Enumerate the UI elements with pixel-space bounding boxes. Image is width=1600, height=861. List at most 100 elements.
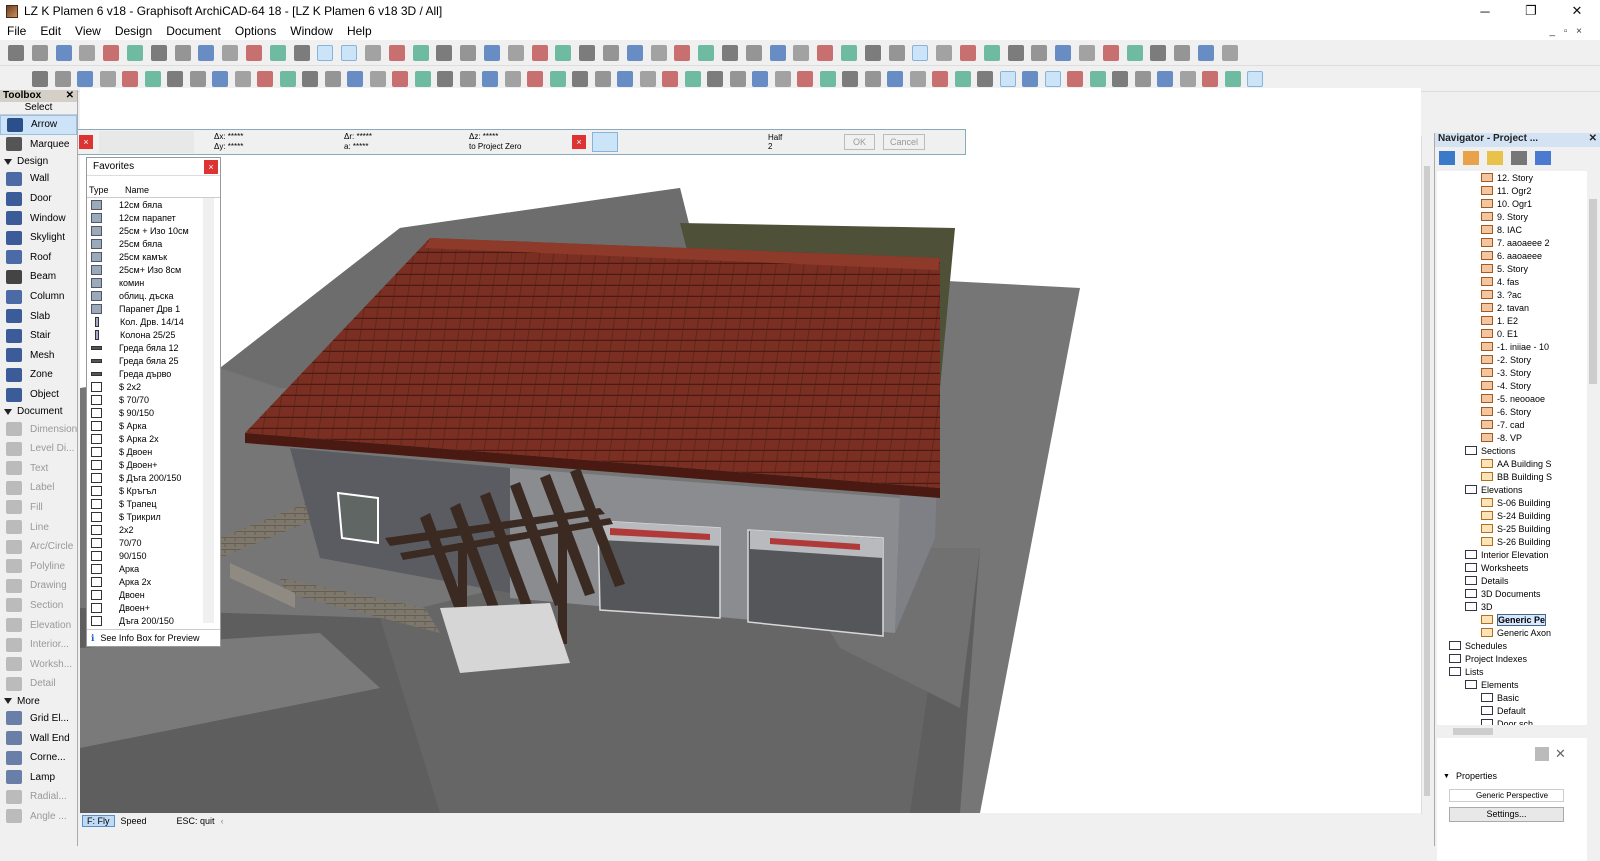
toolbar-tool-icon[interactable]	[887, 71, 903, 87]
toolbar-tool-icon[interactable]	[1247, 71, 1263, 87]
tool-polyline[interactable]: Polyline	[0, 556, 77, 576]
toolbar-tool-icon[interactable]	[212, 71, 228, 87]
snap-mode[interactable]: Half	[768, 133, 828, 142]
tool-level-di[interactable]: Level Di...	[0, 439, 77, 459]
tool-skylight[interactable]: Skylight	[0, 228, 77, 248]
toolbar-tool-icon[interactable]	[392, 71, 408, 87]
toolbar-tool-icon[interactable]	[960, 45, 976, 61]
favorite-item[interactable]: $ Арка 2x	[87, 432, 220, 445]
design-group-header[interactable]: Design	[0, 154, 77, 169]
organizer-icon[interactable]	[1535, 151, 1551, 165]
toolbar-tool-icon[interactable]	[234, 71, 251, 87]
tool-line[interactable]: Line	[0, 517, 77, 537]
toolbar-tool-icon[interactable]	[1112, 71, 1128, 87]
toolbar-tool-icon[interactable]	[1224, 71, 1241, 87]
project-map-icon[interactable]	[1439, 151, 1455, 165]
navigator-item[interactable]: -6. Story	[1437, 405, 1587, 418]
navigator-item[interactable]: -5. neooaoe	[1437, 392, 1587, 405]
toolbar-tool-icon[interactable]	[460, 45, 477, 61]
toolbar-tool-icon[interactable]	[1150, 45, 1167, 61]
favorite-item[interactable]: $ Трапец	[87, 497, 220, 510]
toolbar-tool-icon[interactable]	[817, 45, 834, 61]
tool-beam[interactable]: Beam	[0, 267, 77, 287]
delta-y-field[interactable]: Δy: *****	[214, 142, 324, 152]
favorite-item[interactable]: Арка	[87, 562, 220, 575]
favorite-item[interactable]: Греда бяла 25	[87, 354, 220, 367]
delta-r-field[interactable]: Δr: *****	[344, 132, 449, 142]
toolbar-tool-icon[interactable]	[1102, 45, 1119, 61]
tool-mesh[interactable]: Mesh	[0, 346, 77, 366]
toolbar-tool-icon[interactable]	[729, 71, 746, 87]
tool-wall[interactable]: Wall	[0, 169, 77, 189]
menu-options[interactable]: Options	[228, 24, 283, 38]
favorite-item[interactable]: $ Двоен	[87, 445, 220, 458]
favorite-item[interactable]: Арка 2x	[87, 575, 220, 588]
toolbar-tool-icon[interactable]	[684, 71, 701, 87]
favorite-item[interactable]: $ 70/70	[87, 393, 220, 406]
favorite-item[interactable]: 90/150	[87, 549, 220, 562]
toolbar-tool-icon[interactable]	[365, 45, 381, 61]
col-name[interactable]: Name	[123, 185, 149, 197]
scroll-left-icon[interactable]: ‹	[221, 816, 224, 826]
toolbar-tool-icon[interactable]	[769, 45, 786, 61]
toolbar-tool-icon[interactable]	[639, 71, 656, 87]
navigator-close-icon[interactable]: ✕	[1589, 133, 1597, 147]
toolbar-tool-icon[interactable]	[198, 45, 215, 61]
favorite-item[interactable]: 12см бяла	[87, 198, 220, 211]
toolbar-tool-icon[interactable]	[412, 45, 429, 61]
navigator-item[interactable]: 0. E1	[1437, 327, 1587, 340]
minimize-button[interactable]: ─	[1462, 0, 1508, 22]
navigator-item[interactable]: 3. ?ac	[1437, 288, 1587, 301]
navigator-scrollbar[interactable]	[1587, 171, 1599, 731]
toolbar-tool-icon[interactable]	[269, 45, 286, 61]
infobox-close-icon-2[interactable]: ×	[572, 135, 586, 149]
toolbar-tool-icon[interactable]	[279, 71, 296, 87]
toolbar-tool-icon[interactable]	[549, 71, 566, 87]
menu-edit[interactable]: Edit	[33, 24, 68, 38]
navigator-item[interactable]: S-25 Building	[1437, 522, 1587, 535]
favorite-item[interactable]: 25см бяла	[87, 237, 220, 250]
cancel-button[interactable]: Cancel	[883, 134, 926, 150]
navigator-item[interactable]: 5. Story	[1437, 262, 1587, 275]
tool-section[interactable]: Section	[0, 596, 77, 616]
toolbar-tool-icon[interactable]	[999, 71, 1016, 87]
navigator-item[interactable]: 1. E2	[1437, 314, 1587, 327]
navigator-item[interactable]: -8. VP	[1437, 431, 1587, 444]
tool-lamp[interactable]: Lamp	[0, 767, 77, 787]
toolbar-tool-icon[interactable]	[1031, 45, 1048, 61]
navigator-item[interactable]: Sections	[1437, 444, 1587, 457]
layout-book-icon[interactable]	[1487, 151, 1503, 165]
navigator-item[interactable]: Default	[1437, 704, 1587, 717]
toolbox-close-icon[interactable]: ✕	[66, 90, 74, 102]
project-zero-select[interactable]: to Project Zero	[469, 142, 564, 152]
navigator-item[interactable]: 3D	[1437, 600, 1587, 613]
toolbar-tool-icon[interactable]	[527, 71, 543, 87]
toolbar-tool-icon[interactable]	[1179, 71, 1196, 87]
navigator-item[interactable]: BB Building S	[1437, 470, 1587, 483]
tool-label[interactable]: Label	[0, 478, 77, 498]
tool-radial[interactable]: Radial...	[0, 787, 77, 807]
favorite-item[interactable]: Колона 25/25	[87, 328, 220, 341]
toolbar-tool-icon[interactable]	[752, 71, 768, 87]
toolbar-tool-icon[interactable]	[626, 45, 643, 61]
toolbar-tool-icon[interactable]	[909, 71, 926, 87]
toolbar-tool-icon[interactable]	[1044, 71, 1061, 87]
navigator-item[interactable]: 11. Ogr2	[1437, 184, 1587, 197]
toolbar-tool-icon[interactable]	[531, 45, 548, 61]
tool-arc-circle[interactable]: Arc/Circle	[0, 537, 77, 557]
navigator-item[interactable]: -4. Story	[1437, 379, 1587, 392]
toolbar-tool-icon[interactable]	[977, 71, 993, 87]
toolbar-tool-icon[interactable]	[594, 71, 611, 87]
favorite-item[interactable]: $ Дъга 200/150	[87, 471, 220, 484]
toolbar-tool-icon[interactable]	[32, 71, 48, 87]
toolbar-tool-icon[interactable]	[388, 45, 405, 61]
tool-text[interactable]: Text	[0, 459, 77, 479]
navigator-item[interactable]: 9. Story	[1437, 210, 1587, 223]
tool-window[interactable]: Window	[0, 208, 77, 228]
navigator-item[interactable]: S-06 Building	[1437, 496, 1587, 509]
menu-document[interactable]: Document	[159, 24, 228, 38]
3d-viewport[interactable]	[80, 88, 1421, 813]
more-group-header[interactable]: More	[0, 694, 77, 709]
toolbar-tool-icon[interactable]	[103, 45, 120, 61]
toolbar-tool-icon[interactable]	[819, 71, 836, 87]
